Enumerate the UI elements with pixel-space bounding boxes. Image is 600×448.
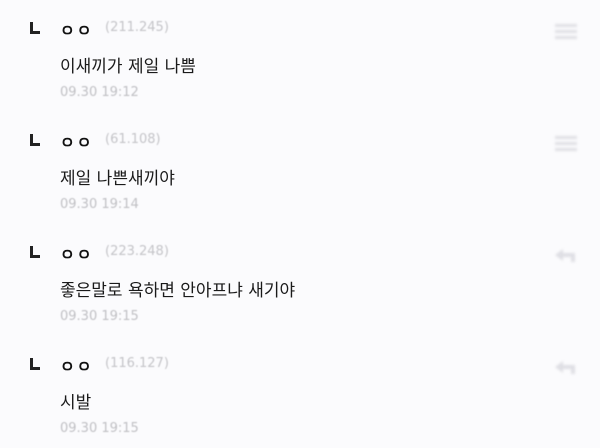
comment-ip: (211.245)	[105, 20, 169, 35]
reply-indent-icon	[30, 358, 42, 370]
comment-text: 좋은말로 욕하면 안아프냐 새기야	[60, 281, 296, 301]
menu-lines-icon[interactable]	[553, 134, 579, 152]
comment-ip: (223.248)	[105, 244, 169, 259]
reply-indent-icon	[30, 246, 42, 258]
comment-nickname[interactable]: ㅇㅇ	[60, 17, 93, 41]
comment-time: 09.30 19:15	[60, 309, 139, 324]
reply-arrow-icon[interactable]	[553, 246, 579, 264]
comment-nickname[interactable]: ㅇㅇ	[60, 353, 93, 377]
reply-comment: ㅇㅇ (116.127) 시발 09.30 19:15	[0, 336, 600, 448]
reply-indent-icon	[30, 22, 42, 34]
comment-time: 09.30 19:12	[60, 85, 139, 100]
comment-text: 이새끼가 제일 나쁨	[60, 57, 196, 77]
comment-ip: (61.108)	[105, 132, 161, 147]
menu-lines-icon[interactable]	[553, 22, 579, 40]
comment-nickname[interactable]: ㅇㅇ	[60, 241, 93, 265]
comment-text: 제일 나쁜새끼야	[60, 169, 175, 189]
comment-time: 09.30 19:15	[60, 421, 139, 436]
comment-ip: (116.127)	[105, 356, 169, 371]
comment-time: 09.30 19:14	[60, 197, 139, 212]
comment-nickname[interactable]: ㅇㅇ	[60, 129, 93, 153]
reply-arrow-icon[interactable]	[553, 358, 579, 376]
comment-list: ㅇㅇ (211.245) 이새끼가 제일 나쁨 09.30 19:12 ㅇㅇ (…	[0, 0, 600, 448]
reply-comment: ㅇㅇ (211.245) 이새끼가 제일 나쁨 09.30 19:12	[0, 0, 600, 112]
comment-text: 시발	[60, 393, 92, 413]
reply-indent-icon	[30, 134, 42, 146]
reply-comment: ㅇㅇ (61.108) 제일 나쁜새끼야 09.30 19:14	[0, 112, 600, 224]
reply-comment: ㅇㅇ (223.248) 좋은말로 욕하면 안아프냐 새기야 09.30 19:…	[0, 224, 600, 336]
